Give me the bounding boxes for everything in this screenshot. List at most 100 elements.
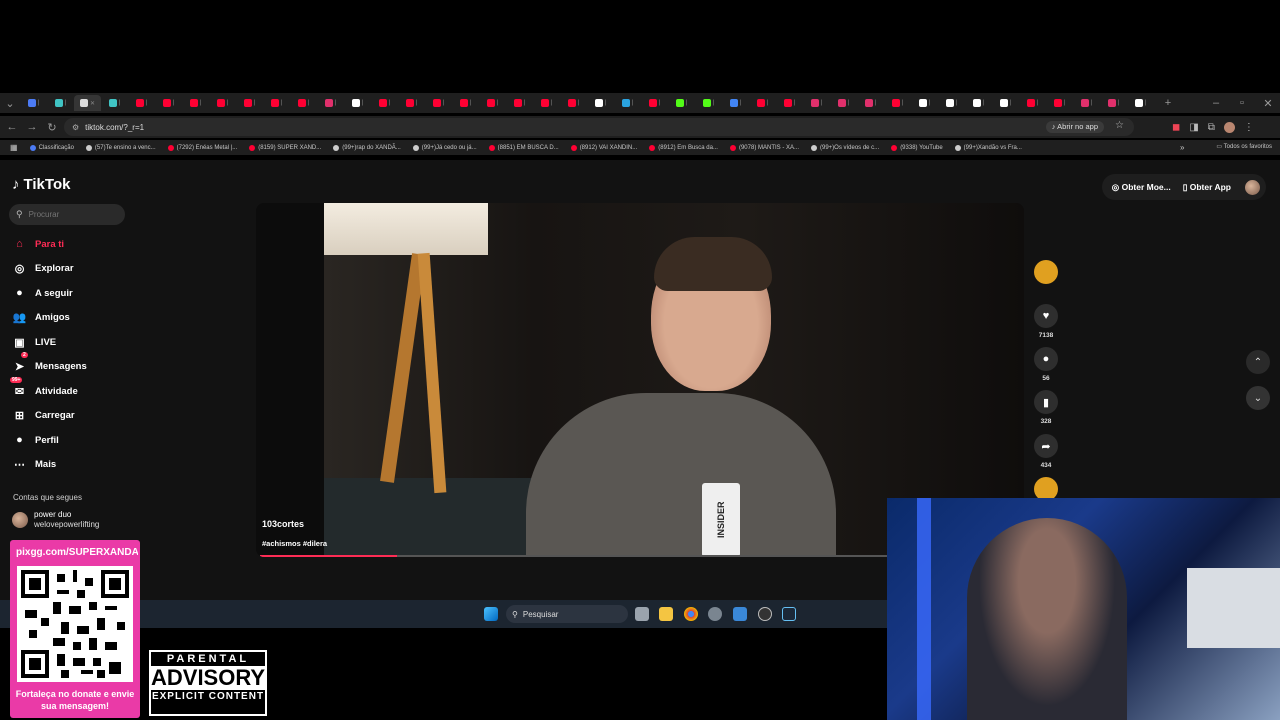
apps-grid-icon[interactable]: ▦	[10, 143, 18, 152]
browser-tab[interactable]: |	[290, 95, 317, 111]
obs-icon[interactable]	[758, 607, 772, 621]
video-author[interactable]: 103cortes	[262, 519, 304, 529]
user-avatar[interactable]	[1245, 179, 1260, 195]
minimize-button[interactable]: –	[1206, 97, 1226, 109]
bookmark-item[interactable]: (99+)Os vídeos de c...	[810, 144, 879, 151]
browser-tab[interactable]: |	[965, 95, 992, 111]
tiktok-logo[interactable]: ♪ TikTok	[12, 176, 70, 193]
bookmark-item[interactable]: (9078) MANTIS - XA...	[729, 144, 799, 151]
sidebar-item-compass[interactable]: ◎ Explorar	[12, 260, 74, 276]
windows-start-icon[interactable]	[484, 607, 498, 621]
sidebar-item-activity[interactable]: ✉ 99+ Atividade	[10, 377, 78, 399]
share-icon[interactable]: ➦	[1034, 434, 1058, 458]
bookmark-item[interactable]: (8851) EM BUSCA D...	[488, 144, 559, 151]
taskbar-search[interactable]: ⚲ Pesquisar	[506, 605, 628, 623]
bookmark-item[interactable]: (99+)rap do XANDÃ...	[333, 144, 401, 151]
browser-tab[interactable]: |	[614, 95, 641, 111]
bookmark-icon[interactable]: ▮	[1034, 390, 1058, 414]
browser-tab[interactable]: |	[398, 95, 425, 111]
browser-tab[interactable]: |	[992, 95, 1019, 111]
browser-tab[interactable]: |	[101, 95, 128, 111]
browser-tab[interactable]: |	[317, 95, 344, 111]
video-hashtags[interactable]: #achismos #dilera	[262, 539, 327, 548]
like-action[interactable]: ♥ 7138	[1034, 304, 1058, 339]
browser-tab[interactable]: |	[1046, 95, 1073, 111]
reload-icon[interactable]: ↻	[42, 121, 62, 134]
chrome-icon[interactable]	[684, 607, 698, 621]
profile-avatar[interactable]	[1223, 121, 1235, 133]
browser-tab[interactable]: |	[1019, 95, 1046, 111]
bookmark-item[interactable]: (9338) YouTube	[891, 144, 943, 151]
browser-tab[interactable]: |	[587, 95, 614, 111]
browser-tab[interactable]: |	[1100, 95, 1127, 111]
all-bookmarks-folder[interactable]: ▭ Todos os favoritos	[1216, 143, 1272, 150]
browser-tab[interactable]: |	[722, 95, 749, 111]
maximize-button[interactable]: ▫	[1232, 97, 1252, 109]
back-icon[interactable]: ←	[2, 121, 22, 133]
creator-avatar[interactable]	[1034, 260, 1058, 284]
open-in-app-button[interactable]: ♪ Abrir no app	[1045, 121, 1104, 133]
save-action[interactable]: ▮ 328	[1034, 390, 1058, 425]
bookmark-star-icon[interactable]: ☆	[1115, 120, 1124, 131]
bookmark-item[interactable]: (57)Te ensino a venc...	[85, 144, 156, 151]
browser-tab[interactable]: |	[641, 95, 668, 111]
browser-tab[interactable]: |	[236, 95, 263, 111]
extensions-puzzle-icon[interactable]: ⧉	[1208, 122, 1215, 133]
sidebar-item-home[interactable]: ⌂ Para ti	[12, 236, 64, 252]
creator-avatar-action[interactable]	[1034, 260, 1058, 284]
browser-tab[interactable]: |	[668, 95, 695, 111]
browser-tab[interactable]: |	[533, 95, 560, 111]
search-box[interactable]: ⚲	[9, 204, 125, 225]
sidebar-item-live[interactable]: ▣ LIVE	[12, 334, 56, 350]
browser-tab[interactable]: |	[479, 95, 506, 111]
close-tab-icon[interactable]: ✕	[90, 100, 95, 107]
browser-tab[interactable]: |	[263, 95, 290, 111]
app-icon[interactable]	[733, 607, 747, 621]
browser-tab[interactable]: |	[182, 95, 209, 111]
previous-video-button[interactable]: ⌃	[1246, 350, 1270, 374]
bookmark-item[interactable]: Classificação	[29, 144, 74, 151]
url-input[interactable]: ⚙ tiktok.com/?_r=1 ♪ Abrir no app ☆	[64, 118, 1134, 136]
tab-list-button[interactable]: ⌄	[0, 97, 20, 110]
sidebar-item-profile[interactable]: ● Perfil	[12, 432, 59, 448]
browser-tab[interactable]: |	[209, 95, 236, 111]
bookmark-item[interactable]: (99+)Já cedo ou já...	[412, 144, 477, 151]
browser-tab[interactable]: |	[749, 95, 776, 111]
browser-tab[interactable]: |	[344, 95, 371, 111]
browser-tab[interactable]: |	[425, 95, 452, 111]
browser-tab[interactable]: |	[1127, 95, 1154, 111]
file-explorer-icon[interactable]	[659, 607, 673, 621]
browser-tab[interactable]: |	[911, 95, 938, 111]
sidebar-item-upload[interactable]: ⊞ Carregar	[12, 407, 75, 423]
search-input[interactable]	[28, 210, 109, 219]
browser-tab[interactable]: ✕	[74, 95, 101, 111]
get-coins-button[interactable]: ◎ Obter Moe...	[1108, 182, 1175, 193]
browser-tab[interactable]: |	[938, 95, 965, 111]
next-video-button[interactable]: ⌄	[1246, 386, 1270, 410]
browser-tab[interactable]: |	[20, 95, 47, 111]
browser-tab[interactable]: |	[506, 95, 533, 111]
browser-tab[interactable]: |	[857, 95, 884, 111]
bookmark-item[interactable]: (8912) VAI XANDIN...	[570, 144, 637, 151]
bookmark-item[interactable]: (7292) Enéas Metal |...	[167, 144, 237, 151]
sidebar-item-following[interactable]: ● A seguir	[12, 285, 73, 301]
extension-icon[interactable]: ◼	[1172, 122, 1180, 133]
share-action[interactable]: ➦ 434	[1034, 434, 1058, 469]
site-info-icon[interactable]: ⚙	[72, 123, 79, 132]
browser-tab[interactable]: |	[560, 95, 587, 111]
menu-icon[interactable]: ⋮	[1244, 122, 1254, 133]
task-view-icon[interactable]	[635, 607, 649, 621]
browser-tab[interactable]: |	[128, 95, 155, 111]
extension-icon-2[interactable]: ◨	[1189, 122, 1198, 133]
browser-tab[interactable]: |	[803, 95, 830, 111]
browser-tab[interactable]: |	[371, 95, 398, 111]
get-app-button[interactable]: ▯ Obter App	[1179, 182, 1235, 193]
bookmark-item[interactable]: (8159) SUPER XAND...	[249, 144, 321, 151]
browser-tab[interactable]: |	[830, 95, 857, 111]
bookmark-item[interactable]: (8912) Em Busca da...	[649, 144, 718, 151]
browser-tab[interactable]: |	[1073, 95, 1100, 111]
bookmark-item[interactable]: (99+)Xandão vs Fra...	[954, 144, 1022, 151]
settings-icon[interactable]	[708, 607, 722, 621]
heart-icon[interactable]: ♥	[1034, 304, 1058, 328]
forward-icon[interactable]: →	[22, 121, 42, 133]
